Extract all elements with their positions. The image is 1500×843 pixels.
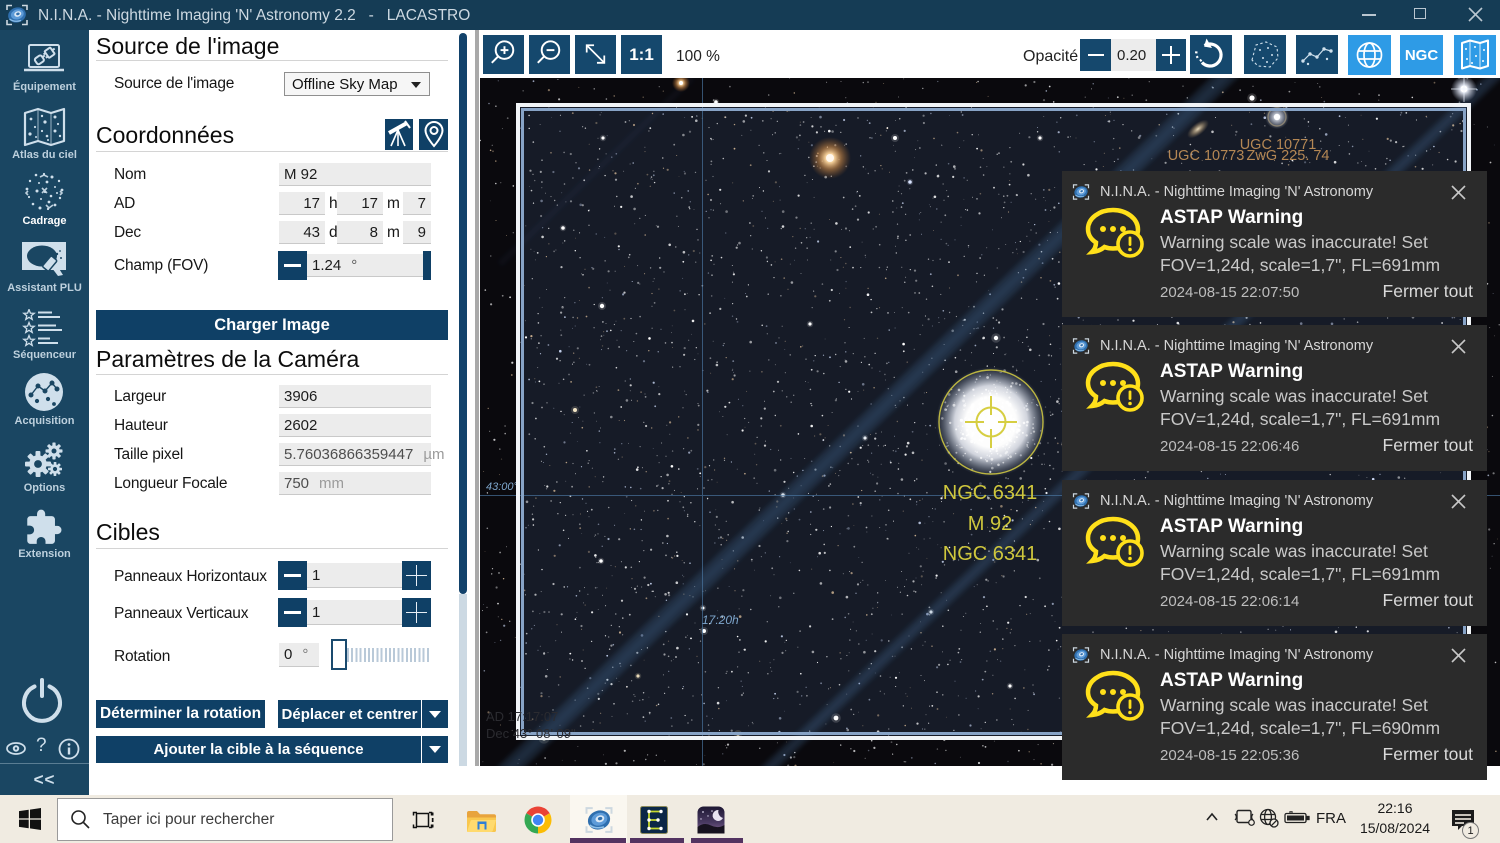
svg-text:17:20h: 17:20h [702,613,739,627]
svg-text:AD 17:17:07: AD 17:17:07 [486,709,558,724]
svg-text:UGC 10773: UGC 10773 [1168,148,1245,164]
svg-text:43:00°: 43:00° [486,481,519,493]
svg-text:M 92: M 92 [968,513,1012,535]
svg-text:NGC 6341: NGC 6341 [943,543,1038,565]
svg-text:NGC 6341: NGC 6341 [943,482,1038,504]
svg-text:ZwG 225. 74: ZwG 225. 74 [1246,148,1329,164]
svg-text:Dec 43° 08' 09": Dec 43° 08' 09" [486,726,576,741]
